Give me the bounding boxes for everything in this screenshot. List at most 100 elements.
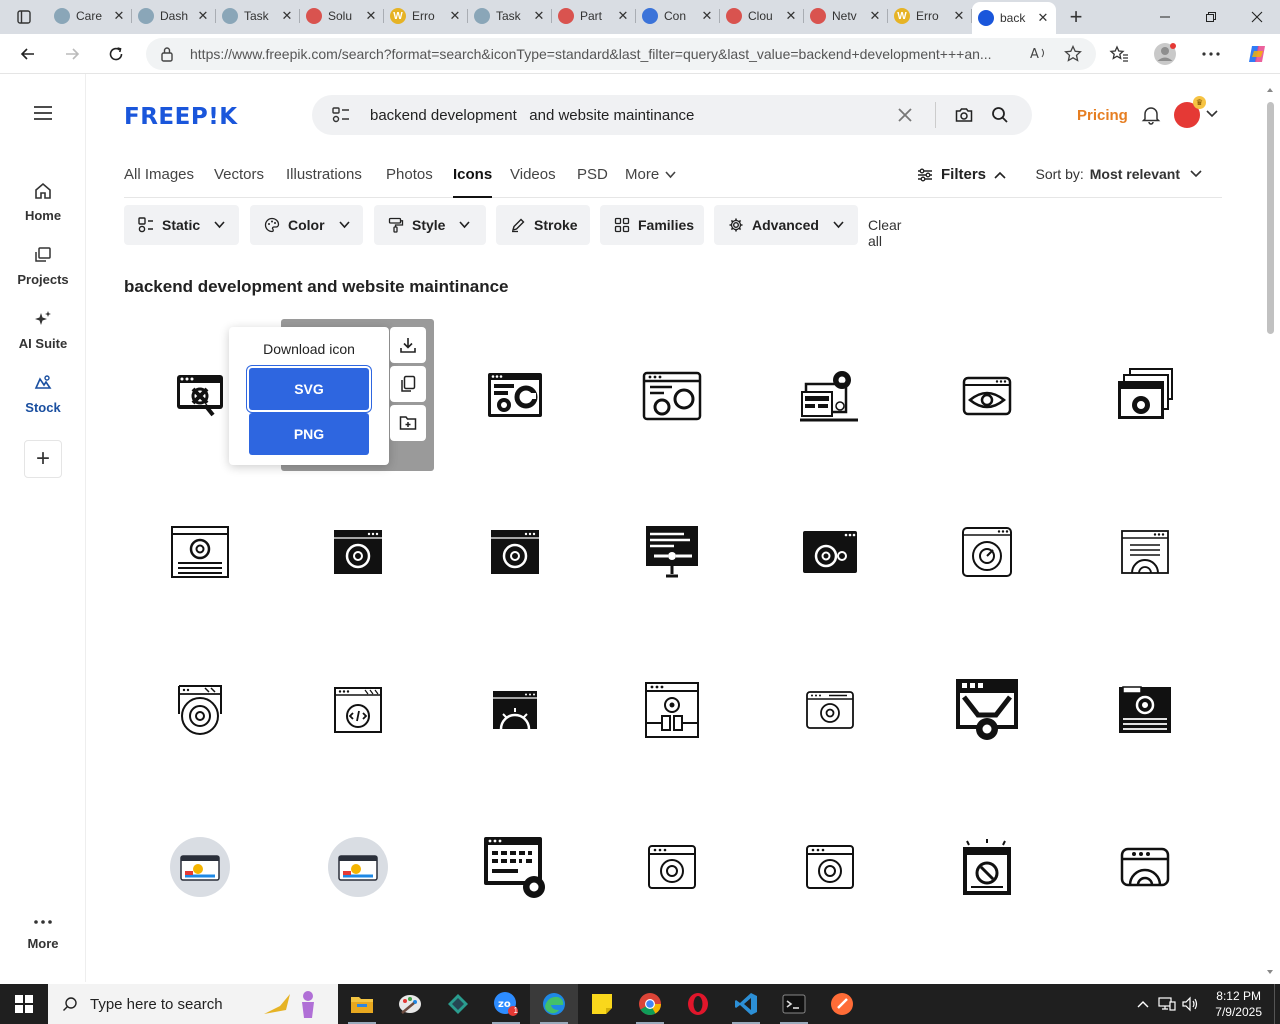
chevron-up-icon[interactable] [1131,1000,1155,1008]
browser-tab[interactable]: Part ✕ [552,2,636,30]
icon-result-window-gear-stripes[interactable] [1105,670,1185,750]
close-tab-icon[interactable]: ✕ [112,8,126,24]
menu-icon[interactable] [34,106,52,120]
windows-start-button[interactable] [0,984,48,1024]
filters-toggle[interactable]: Filters [917,166,1006,183]
taskbar-sticky-notes[interactable] [578,984,626,1024]
taskbar-opera-browser[interactable] [674,984,722,1024]
icon-result-browser-sunrise-gear[interactable] [475,670,555,750]
icon-result-browser-gear-outline[interactable] [632,827,712,907]
close-tab-icon[interactable]: ✕ [532,8,546,24]
icon-result-browser-gauge-gear[interactable] [947,512,1027,592]
browser-tab[interactable]: Solu ✕ [300,2,384,30]
download-svg-button[interactable]: SVG [249,368,369,410]
rail-stock[interactable]: Stock [0,374,86,415]
url-text[interactable]: https://www.freepik.com/search?format=se… [190,46,1016,62]
search-icon[interactable] [982,106,1018,124]
rail-projects[interactable]: Projects [0,246,86,287]
close-window-button[interactable] [1234,0,1280,34]
read-aloud-icon[interactable]: A [1030,45,1048,63]
families-filter-chip[interactable]: Families [600,205,704,245]
settings-menu-icon[interactable] [1188,34,1234,74]
taskbar-diamond-app[interactable] [434,984,482,1024]
tab-actions-button[interactable] [0,0,48,34]
icon-result-monitor-plug[interactable] [632,512,712,592]
icon-result-round-colored-browser[interactable] [160,827,240,907]
lock-icon[interactable] [160,46,174,62]
tab-photos[interactable]: Photos [386,166,433,198]
add-button[interactable]: + [24,440,62,478]
browser-tab[interactable]: Dash ✕ [132,2,216,30]
icon-result-stacked-windows-gear[interactable] [1105,356,1185,436]
browser-tab[interactable]: Task ✕ [468,2,552,30]
icon-result-browser-cog-eye[interactable] [947,356,1027,436]
icon-result-browser-gear-circle[interactable] [160,670,240,750]
chevron-down-icon[interactable] [1206,110,1218,118]
refresh-button[interactable] [94,34,138,74]
copilot-icon[interactable] [1234,34,1280,74]
color-filter-chip[interactable]: Color [250,205,363,245]
tab-videos[interactable]: Videos [510,166,556,198]
close-tab-icon[interactable]: ✕ [1036,10,1050,26]
icon-result-small-browser-gear[interactable] [790,670,870,750]
network-icon[interactable] [1155,996,1179,1012]
search-type-icon[interactable] [312,106,370,124]
close-tab-icon[interactable]: ✕ [196,8,210,24]
tab-vectors[interactable]: Vectors [214,166,264,198]
icon-result-browser-wrench[interactable] [160,356,240,436]
icon-result-browser-pipeline-gear[interactable] [475,827,555,907]
browser-tab[interactable]: Netv ✕ [804,2,888,30]
notifications-bell-icon[interactable] [1141,105,1161,125]
download-png-button[interactable]: PNG [249,413,369,455]
tab-psd[interactable]: PSD [577,166,608,198]
browser-tab[interactable]: back ✕ [972,2,1056,34]
new-tab-button[interactable]: + [1056,0,1096,34]
taskbar-search-box[interactable]: Type here to search [48,984,338,1024]
taskbar-edge-browser[interactable] [530,984,578,1024]
freepik-logo[interactable]: FREEP!K [124,104,238,130]
browser-tab[interactable]: Care ✕ [48,2,132,30]
icon-result-browser-gears-outline[interactable] [632,356,712,436]
volume-icon[interactable] [1179,996,1203,1012]
taskbar-paint-app[interactable] [386,984,434,1024]
stroke-filter-chip[interactable]: Stroke [496,205,590,245]
clear-search-icon[interactable] [885,108,925,122]
taskbar-file-explorer[interactable] [338,984,386,1024]
rail-home[interactable]: Home [0,182,86,223]
advanced-filter-chip[interactable]: Advanced [714,205,858,245]
icon-result-window-gear-plug[interactable] [632,670,712,750]
close-tab-icon[interactable]: ✕ [364,8,378,24]
icon-result-browser-gear-solid-2[interactable] [475,512,555,592]
style-filter-chip[interactable]: Style [374,205,486,245]
forward-button[interactable] [50,34,94,74]
icon-result-browser-gears[interactable] [475,356,555,436]
icon-result-browser-sparkle-gear[interactable] [947,827,1027,907]
save-to-collection-icon[interactable] [390,405,426,441]
profile-avatar-icon[interactable] [1142,34,1188,74]
download-icon[interactable] [390,327,426,363]
minimize-button[interactable] [1142,0,1188,34]
scrollbar-thumb[interactable] [1267,102,1274,334]
taskbar-terminal[interactable] [770,984,818,1024]
search-input[interactable] [370,106,885,124]
icon-result-browser-half-gear[interactable] [1105,512,1185,592]
icon-result-browser-gear-outline-2[interactable] [790,827,870,907]
close-tab-icon[interactable]: ✕ [784,8,798,24]
browser-tab[interactable]: W Erro ✕ [888,2,972,30]
browser-tab[interactable]: W Erro ✕ [384,2,468,30]
tab-illustrations[interactable]: Illustrations [286,166,362,198]
rail-ai-suite[interactable]: AI Suite [0,310,86,351]
close-tab-icon[interactable]: ✕ [616,8,630,24]
tab-all-images[interactable]: All Images [124,166,194,198]
static-filter-chip[interactable]: Static [124,205,239,245]
favorites-icon[interactable] [1096,34,1142,74]
close-tab-icon[interactable]: ✕ [280,8,294,24]
address-bar[interactable]: https://www.freepik.com/search?format=se… [146,38,1096,70]
sort-dropdown[interactable]: Sort by: Most relevant [1036,166,1203,182]
rail-more[interactable]: More [0,920,86,951]
close-tab-icon[interactable]: ✕ [448,8,462,24]
camera-search-icon[interactable] [946,107,982,123]
clear-all-link[interactable]: Clear all [868,217,901,249]
back-button[interactable] [6,34,50,74]
icon-result-browser-code-gear[interactable] [318,670,398,750]
